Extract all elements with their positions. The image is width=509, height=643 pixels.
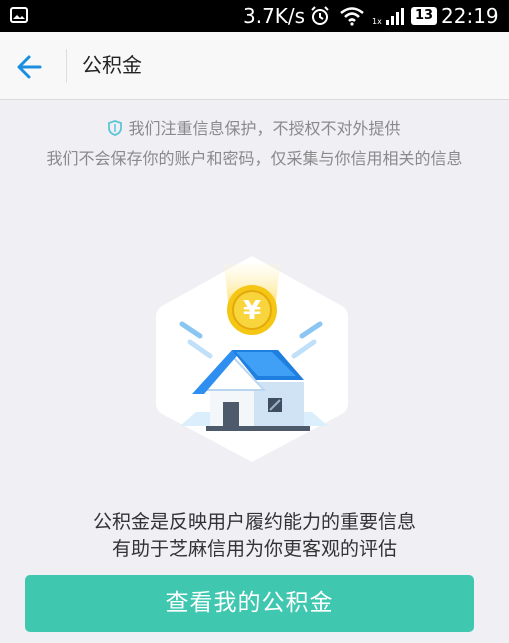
back-arrow-icon[interactable] — [14, 52, 46, 82]
privacy-notice-text1: 我们注重信息保护，不授权不对外提供 — [128, 119, 401, 138]
status-time: 22:19 — [441, 4, 499, 28]
signal-icon: 1x — [372, 8, 404, 26]
battery-indicator: 13 — [411, 7, 437, 25]
network-speed: 3.7K/s — [243, 4, 306, 28]
privacy-notice-line2: 我们不会保存你的账户和密码，仅采集与你信用相关的信息 — [46, 149, 463, 168]
nav-bar: 公积金 — [0, 32, 509, 100]
shield-icon — [108, 120, 123, 136]
nav-divider — [66, 49, 67, 83]
view-my-fund-button[interactable]: 查看我的公积金 — [25, 575, 474, 632]
status-bar: 3.7K/s 1x 13 22:19 — [0, 0, 509, 32]
alarm-icon — [311, 6, 329, 25]
coin-symbol: ¥ — [243, 296, 261, 326]
coin-icon: ¥ — [227, 285, 277, 335]
svg-text:1x: 1x — [372, 17, 382, 26]
wifi-icon — [340, 7, 364, 26]
house-with-coin-illustration: ¥ — [156, 256, 348, 462]
privacy-notice-line1: 我们注重信息保护，不授权不对外提供 — [0, 118, 509, 140]
description-line2: 有助于芝麻信用为你更客观的评估 — [111, 538, 397, 560]
image-notification-icon — [10, 7, 28, 23]
page-title: 公积金 — [82, 53, 142, 77]
description-line1: 公积金是反映用户履约能力的重要信息 — [92, 511, 416, 533]
